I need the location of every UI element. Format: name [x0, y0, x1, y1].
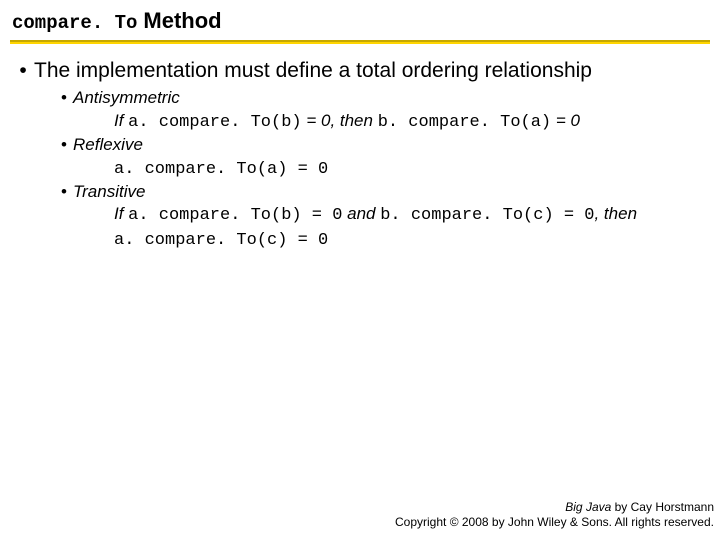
if-text: If — [114, 111, 128, 130]
code-expr: a. compare. To(b) = 0 — [128, 206, 342, 225]
main-bullet-text: The implementation must define a total o… — [32, 58, 592, 83]
properties-list: • Antisymmetric If a. compare. To(b) = 0… — [14, 83, 710, 252]
bullet-icon: • — [14, 58, 32, 83]
reflexive-detail: a. compare. To(a) = 0 — [56, 157, 710, 181]
bullet-icon: • — [56, 134, 72, 156]
slide: compare. To Method • The implementation … — [0, 0, 720, 540]
footer-copyright: Copyright © 2008 by John Wiley & Sons. A… — [395, 515, 714, 530]
property-transitive: • Transitive — [56, 181, 710, 203]
code-expr: b. compare. To(c) = 0 — [380, 206, 594, 225]
property-name: Transitive — [72, 181, 145, 203]
title-word: Method — [143, 8, 221, 34]
title-code: compare. To — [12, 12, 137, 34]
property-name: Reflexive — [72, 134, 143, 156]
author-text: by Cay Horstmann — [611, 500, 714, 514]
code-expr: a. compare. To(c) = 0 — [114, 231, 328, 250]
code-expr: b. compare. To(a) — [378, 113, 551, 132]
property-antisymmetric: • Antisymmetric — [56, 87, 710, 109]
code-expr: a. compare. To(b) — [128, 113, 301, 132]
then-text: , then — [594, 204, 637, 223]
transitive-detail-1: If a. compare. To(b) = 0 and b. compare.… — [56, 203, 710, 227]
slide-title: compare. To Method — [10, 8, 710, 34]
property-reflexive: • Reflexive — [56, 134, 710, 156]
property-name: Antisymmetric — [72, 87, 180, 109]
bullet-icon: • — [56, 87, 72, 109]
transitive-detail-2: a. compare. To(c) = 0 — [56, 228, 710, 252]
body: • The implementation must define a total… — [10, 44, 710, 252]
bullet-icon: • — [56, 181, 72, 203]
mid-text: = 0, then — [302, 111, 378, 130]
code-expr: a. compare. To(a) = 0 — [114, 160, 328, 179]
if-text: If — [114, 204, 128, 223]
and-text: and — [342, 204, 380, 223]
antisymmetric-detail: If a. compare. To(b) = 0, then b. compar… — [56, 110, 710, 134]
end-text: = 0 — [551, 111, 580, 130]
main-bullet: • The implementation must define a total… — [14, 58, 710, 83]
book-title: Big Java — [565, 500, 611, 514]
footer-line-1: Big Java by Cay Horstmann — [395, 500, 714, 515]
footer: Big Java by Cay Horstmann Copyright © 20… — [395, 500, 714, 530]
